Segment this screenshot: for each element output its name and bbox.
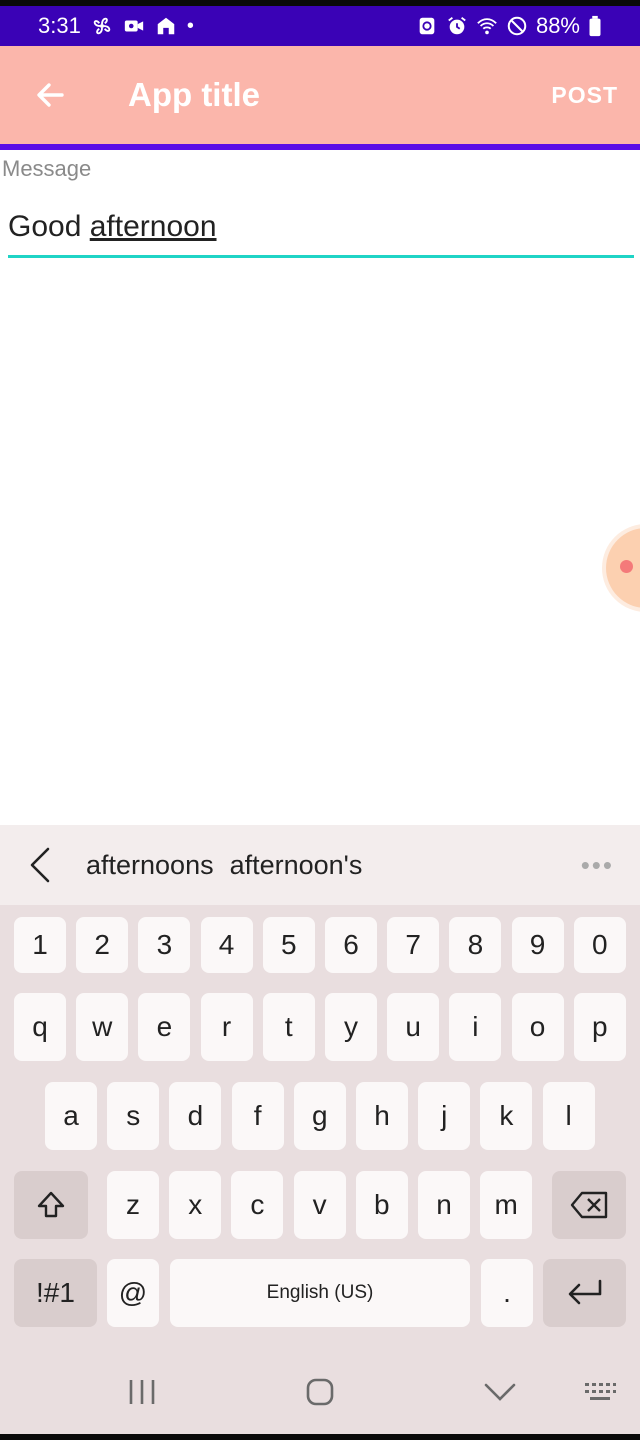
recents-button[interactable] <box>112 1370 172 1414</box>
suggestion-2[interactable]: afternoon's <box>230 850 363 881</box>
key-a[interactable]: a <box>45 1082 97 1150</box>
more-options-icon[interactable]: ••• <box>581 850 614 881</box>
key-y[interactable]: y <box>325 993 377 1061</box>
app-bar: App title POST <box>0 46 640 144</box>
key-n[interactable]: n <box>418 1171 470 1239</box>
shift-key[interactable] <box>14 1171 88 1239</box>
key-9[interactable]: 9 <box>511 917 564 973</box>
key-d[interactable]: d <box>169 1082 222 1150</box>
key-1[interactable]: 1 <box>14 917 66 973</box>
message-text: Good <box>8 210 90 243</box>
post-button[interactable]: POST <box>551 82 618 109</box>
key-2[interactable]: 2 <box>76 917 129 973</box>
key-f[interactable]: f <box>231 1082 284 1150</box>
key-j[interactable]: j <box>418 1082 471 1150</box>
screen: 3:31 • 88% App title POST Message Good a… <box>0 0 640 1440</box>
key-m[interactable]: m <box>480 1171 533 1239</box>
message-input[interactable]: Good afternoon <box>8 206 634 258</box>
battery-icon <box>588 15 602 37</box>
bubble-dot-icon <box>620 560 633 573</box>
chevron-down-icon <box>484 1383 516 1401</box>
key-q[interactable]: q <box>14 993 66 1061</box>
do-not-disturb-icon <box>506 15 528 37</box>
symbols-key[interactable]: !#1 <box>14 1259 97 1327</box>
wifi-icon <box>476 15 498 37</box>
key-v[interactable]: v <box>293 1171 346 1239</box>
key-t[interactable]: t <box>262 993 315 1061</box>
keyboard: afternoons afternoon's ••• 1234567890 qwe… <box>0 825 640 1440</box>
key-7[interactable]: 7 <box>387 917 440 973</box>
space-key[interactable]: English (US) <box>170 1259 470 1327</box>
home-icon <box>155 15 177 37</box>
key-u[interactable]: u <box>387 993 440 1061</box>
hide-keyboard-button[interactable] <box>470 1370 530 1414</box>
key-4[interactable]: 4 <box>200 917 253 973</box>
arrow-left-icon <box>37 83 64 107</box>
suggestion-back-button[interactable] <box>10 835 70 895</box>
navigation-bar <box>0 1350 640 1434</box>
recents-icon <box>129 1380 155 1404</box>
period-key[interactable]: . <box>481 1259 533 1327</box>
key-8[interactable]: 8 <box>449 917 502 973</box>
back-button[interactable] <box>20 65 80 125</box>
message-composing-text: afternoon <box>89 210 217 243</box>
home-button[interactable] <box>290 1370 350 1414</box>
app-bar-divider <box>0 144 640 150</box>
alarm-icon <box>446 15 468 37</box>
key-w[interactable]: w <box>76 993 129 1061</box>
status-time: 3:31 <box>38 13 81 38</box>
status-left: 3:31 • <box>38 13 194 39</box>
key-o[interactable]: o <box>511 993 564 1061</box>
sync-icon <box>416 15 438 37</box>
key-c[interactable]: c <box>231 1171 284 1239</box>
key-i[interactable]: i <box>449 993 502 1061</box>
status-right: 88% <box>416 13 602 39</box>
key-z[interactable]: z <box>107 1171 159 1239</box>
key-3[interactable]: 3 <box>138 917 191 973</box>
key-g[interactable]: g <box>293 1082 346 1150</box>
backspace-icon <box>570 1191 608 1219</box>
key-0[interactable]: 0 <box>573 917 626 973</box>
status-bar: 3:31 • 88% <box>0 0 640 46</box>
key-l[interactable]: l <box>542 1082 595 1150</box>
key-x[interactable]: x <box>169 1171 222 1239</box>
key-p[interactable]: p <box>573 993 626 1061</box>
message-label: Message <box>2 156 92 181</box>
suggestion-1[interactable]: afternoons <box>86 850 214 881</box>
key-6[interactable]: 6 <box>325 917 377 973</box>
status-dot: • <box>186 14 194 37</box>
enter-icon <box>568 1279 601 1305</box>
key-e[interactable]: e <box>138 993 191 1061</box>
key-s[interactable]: s <box>107 1082 160 1150</box>
keyboard-icon <box>585 1383 616 1400</box>
battery-percent: 88% <box>535 13 580 38</box>
video-icon <box>123 15 145 37</box>
backspace-key[interactable] <box>552 1171 626 1239</box>
suggestion-bar: afternoons afternoon's ••• <box>0 825 640 905</box>
key-b[interactable]: b <box>355 1171 408 1239</box>
key-r[interactable]: r <box>200 993 253 1061</box>
key-k[interactable]: k <box>480 1082 533 1150</box>
app-title: App title <box>128 76 260 113</box>
screen-bottom-edge <box>0 1434 640 1440</box>
key-5[interactable]: 5 <box>262 917 315 973</box>
floating-bubble[interactable] <box>606 528 640 608</box>
at-key[interactable]: @ <box>107 1259 159 1327</box>
enter-key[interactable] <box>543 1259 626 1327</box>
fan-icon <box>91 15 113 37</box>
keyboard-switch-button[interactable] <box>570 1370 630 1414</box>
key-h[interactable]: h <box>356 1082 408 1150</box>
chevron-left-icon <box>30 847 50 883</box>
home-circle-icon <box>306 1378 334 1406</box>
shift-icon <box>37 1191 65 1218</box>
